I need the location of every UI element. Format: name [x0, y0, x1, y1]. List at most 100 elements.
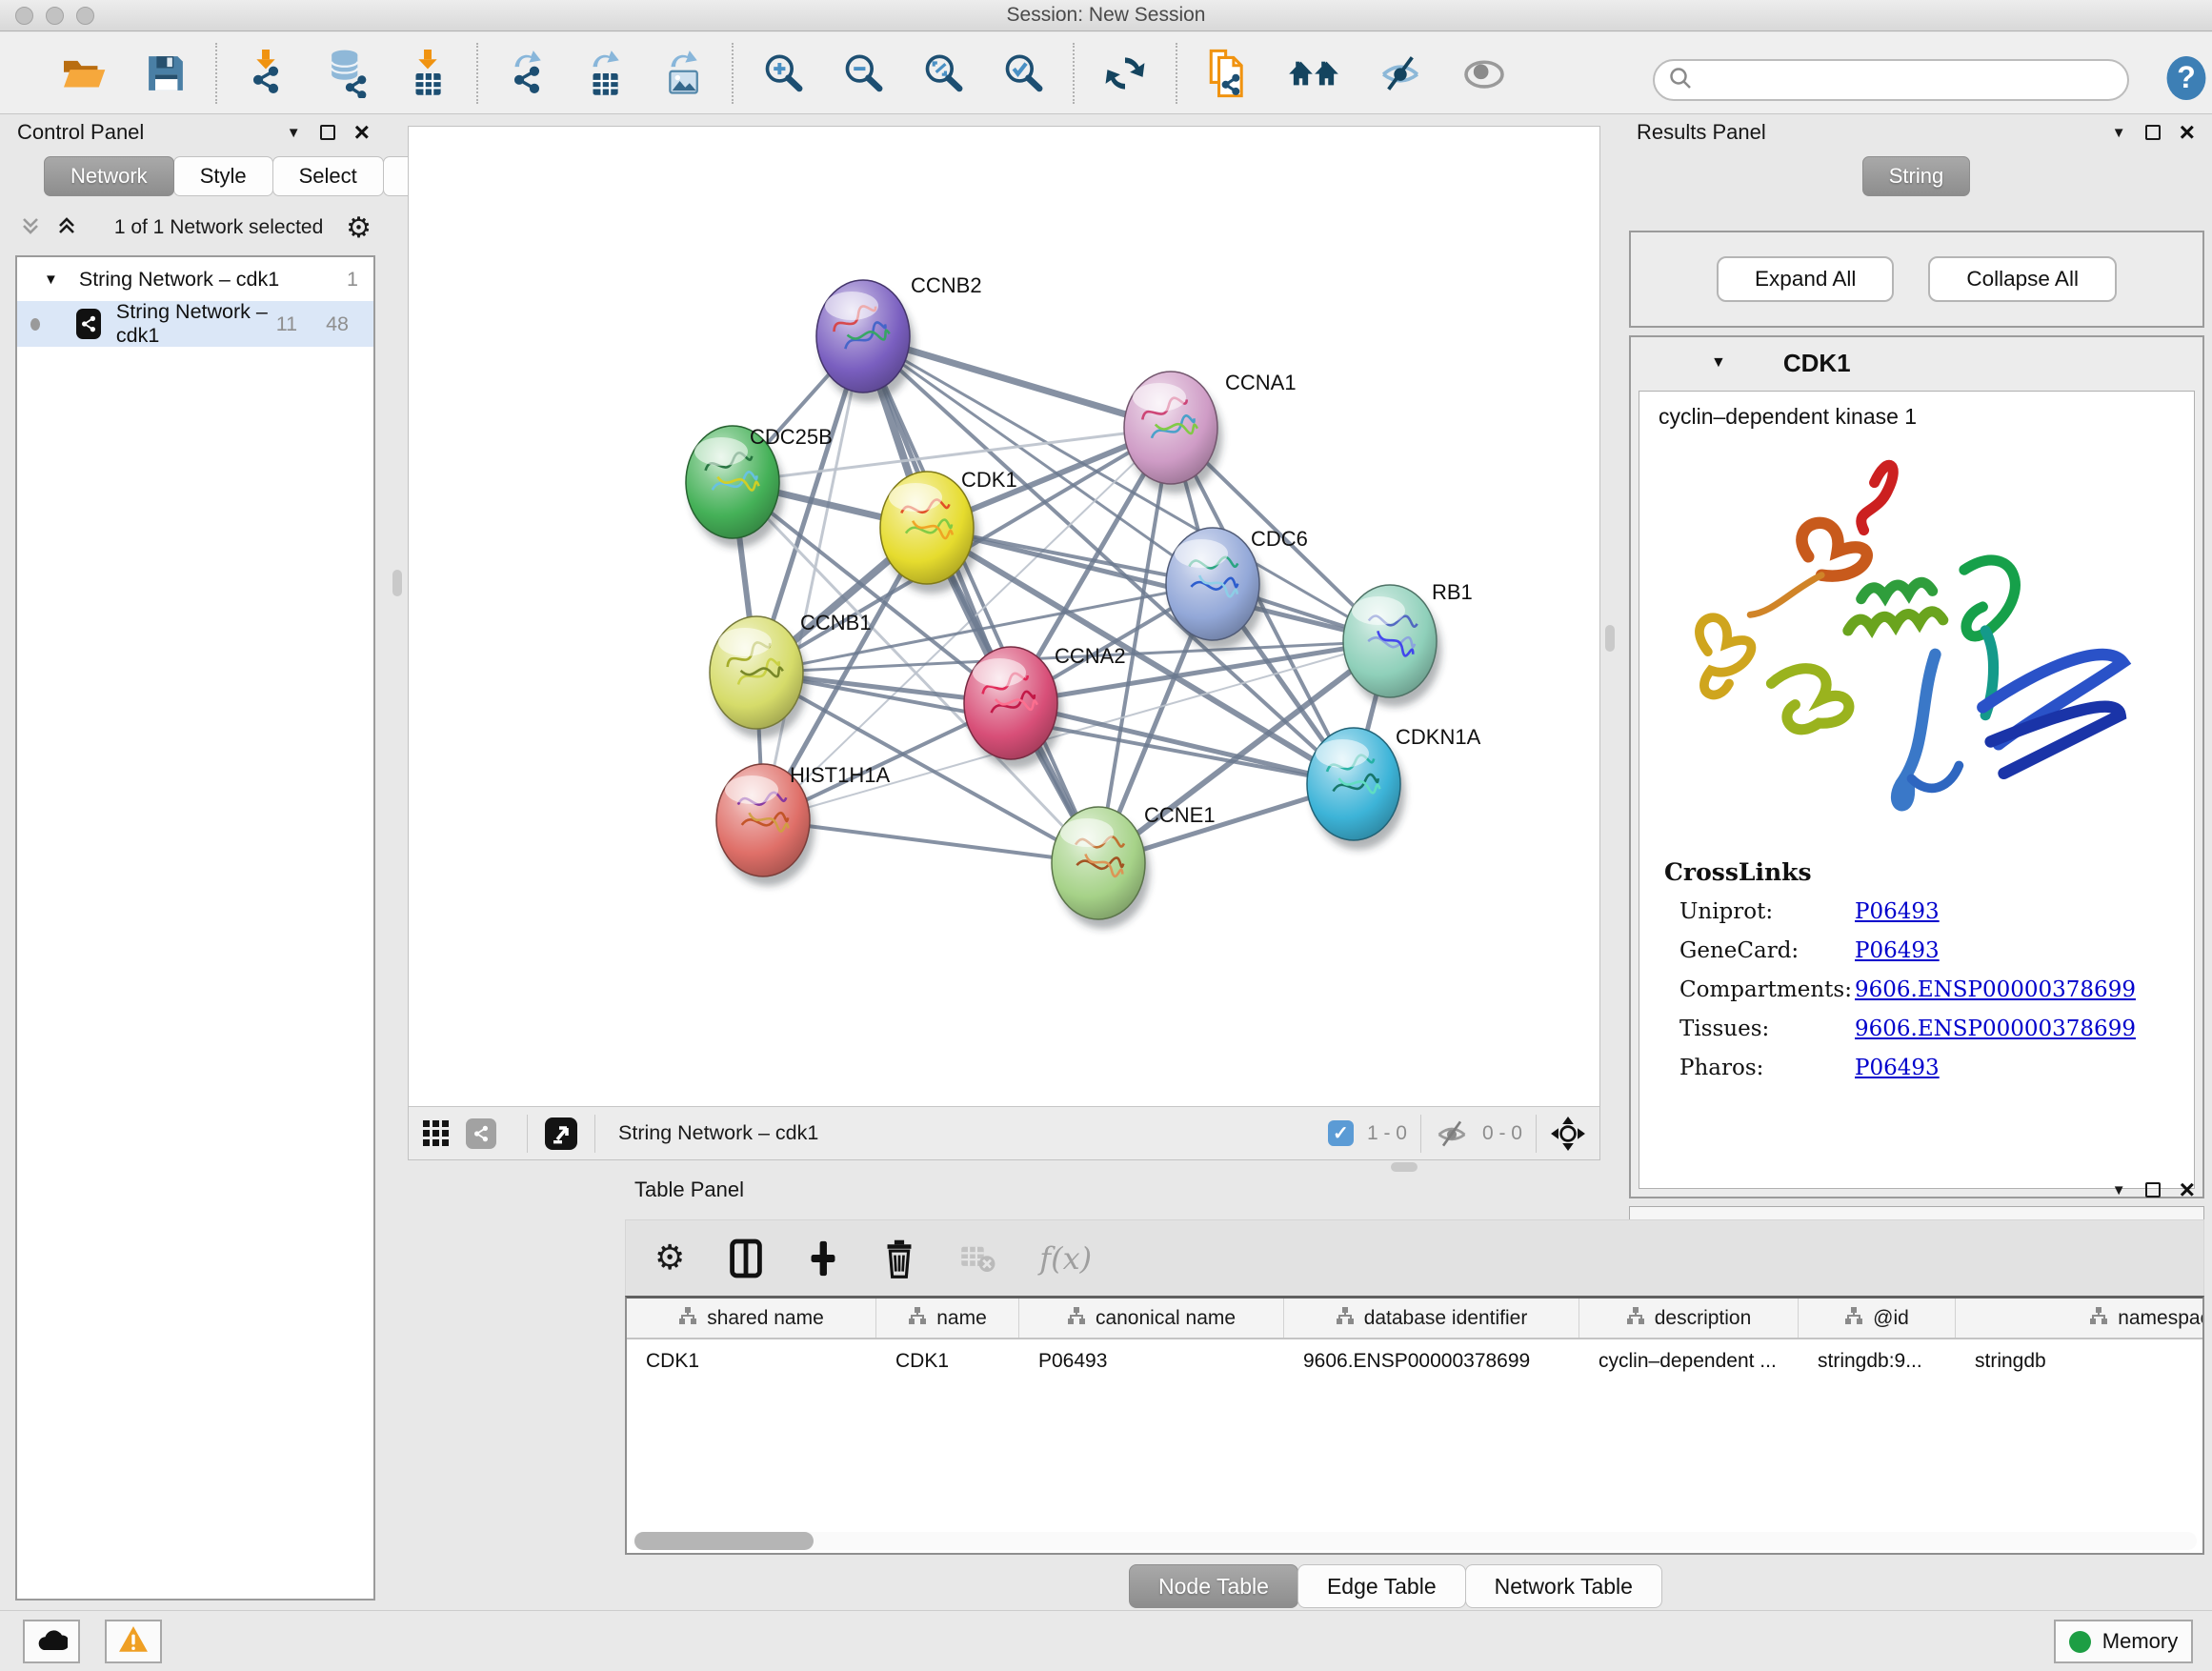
trash-icon[interactable]: [883, 1238, 915, 1279]
collapse-all-button[interactable]: Collapse All: [1928, 256, 2117, 302]
first-neighbors-icon[interactable]: [1288, 54, 1339, 92]
column-header-description[interactable]: description: [1579, 1299, 1799, 1338]
edge-CCNB2-HIST1H1A[interactable]: [763, 336, 863, 820]
tab-edge-table[interactable]: Edge Table: [1297, 1564, 1466, 1608]
search-input[interactable]: [1700, 63, 2127, 97]
tab-network-table[interactable]: Network Table: [1465, 1564, 1662, 1608]
crosslink-link[interactable]: P06493: [1855, 899, 1940, 924]
save-icon[interactable]: [145, 52, 187, 94]
collection-expander-icon[interactable]: ▼: [44, 272, 58, 288]
memory-button[interactable]: Memory: [2054, 1620, 2193, 1663]
help-icon[interactable]: ?: [2164, 53, 2208, 103]
edge-CCNA2-CDKN1A[interactable]: [1011, 703, 1354, 784]
network-row-selected[interactable]: String Network – cdk1 11 48: [17, 301, 373, 347]
left-splitter-handle[interactable]: [392, 570, 402, 596]
bottom-splitter-handle[interactable]: [1391, 1162, 1418, 1172]
open-icon[interactable]: [61, 53, 107, 93]
node-table[interactable]: shared namenamecanonical namedatabase id…: [625, 1296, 2204, 1555]
network-canvas[interactable]: CCNB2CCNA1CDC25BCDK1CDC6RB1CCNB1CCNA2CDK…: [408, 126, 1600, 1160]
crosslink-link[interactable]: P06493: [1855, 938, 1940, 963]
show-all-icon[interactable]: [1461, 55, 1507, 91]
close-results-icon[interactable]: ×: [2180, 125, 2195, 140]
protein-expander-icon[interactable]: ▼: [1711, 354, 1726, 372]
float-panel-icon[interactable]: [320, 125, 335, 140]
tab-select[interactable]: Select: [272, 156, 384, 196]
export-image-icon[interactable]: [663, 50, 703, 97]
zoom-in-icon[interactable]: [762, 52, 804, 94]
float-results-icon[interactable]: [2145, 125, 2161, 140]
crosslink-link[interactable]: 9606.ENSP00000378699: [1855, 1017, 2136, 1041]
column-header-database-identifier[interactable]: database identifier: [1284, 1299, 1579, 1338]
collapse-all-networks-icon[interactable]: [55, 214, 78, 242]
table-cell: 9606.ENSP00000378699: [1284, 1350, 1579, 1373]
node-label-CDC25B: CDC25B: [750, 425, 833, 449]
network-graph[interactable]: CCNB2CCNA1CDC25BCDK1CDC6RB1CCNB1CCNA2CDK…: [409, 127, 1599, 1106]
column-header-name[interactable]: name: [876, 1299, 1019, 1338]
search-box[interactable]: [1653, 59, 2129, 101]
zoom-selected-icon[interactable]: [1002, 52, 1044, 94]
collapse-table-icon[interactable]: ▼: [2112, 1182, 2126, 1198]
table-row[interactable]: CDK1CDK1P064939606.ENSP00000378699cyclin…: [627, 1339, 2204, 1382]
memory-status-icon: [2069, 1631, 2091, 1653]
zoom-fit-icon[interactable]: [922, 52, 964, 94]
right-splitter-handle[interactable]: [1605, 625, 1615, 652]
hide-selected-icon[interactable]: [1377, 55, 1423, 91]
crosslinks-heading: CrossLinks: [1664, 858, 2169, 886]
birds-eye-grid-icon[interactable]: [422, 1119, 451, 1148]
network-collection-row[interactable]: ▼ String Network – cdk1 1: [17, 257, 373, 301]
export-network-icon[interactable]: [507, 50, 547, 97]
crosslink-link[interactable]: 9606.ENSP00000378699: [1855, 977, 2136, 1002]
node-CCNA2[interactable]: [964, 647, 1062, 769]
import-table-icon[interactable]: [408, 50, 448, 97]
network-list: ▼ String Network – cdk1 1 String Network…: [15, 255, 375, 1601]
crosslink-link[interactable]: P06493: [1855, 1056, 1940, 1080]
edge-CCNB2-CCNE1[interactable]: [863, 336, 1098, 863]
close-table-icon[interactable]: ×: [2180, 1182, 2195, 1198]
close-panel-icon[interactable]: ×: [354, 125, 370, 140]
export-table-icon[interactable]: [585, 50, 625, 97]
expand-all-button[interactable]: Expand All: [1717, 256, 1894, 302]
column-header--id[interactable]: @id: [1799, 1299, 1956, 1338]
crosslink-row: Tissues:9606.ENSP00000378699: [1664, 1017, 2169, 1041]
float-table-icon[interactable]: [2145, 1182, 2161, 1198]
column-tree-icon: [1844, 1306, 1863, 1331]
node-CCNB1[interactable]: [710, 616, 808, 738]
expand-all-networks-icon[interactable]: [19, 214, 42, 242]
column-header-namespace[interactable]: namespace: [1956, 1299, 2204, 1338]
scrollbar-thumb[interactable]: [634, 1532, 814, 1550]
node-CDC6[interactable]: [1166, 528, 1264, 650]
collapse-results-icon[interactable]: ▼: [2112, 125, 2126, 141]
selected-checkbox-icon[interactable]: ✓: [1328, 1120, 1354, 1146]
tab-network[interactable]: Network: [44, 156, 174, 196]
node-label-CDKN1A: CDKN1A: [1396, 725, 1481, 749]
network-selection-status: 1 of 1 Network selected: [91, 216, 346, 239]
warnings-button[interactable]: [105, 1620, 162, 1663]
import-database-icon[interactable]: [324, 49, 370, 98]
string-network-icon: [76, 309, 101, 339]
tab-node-table[interactable]: Node Table: [1129, 1564, 1298, 1608]
import-network-icon[interactable]: [246, 50, 286, 97]
pan-crosshair-icon[interactable]: [1550, 1116, 1586, 1152]
export-view-icon[interactable]: [543, 1116, 579, 1152]
zoom-out-icon[interactable]: [842, 52, 884, 94]
node-CCNB2[interactable]: [816, 280, 915, 402]
node-CDKN1A[interactable]: [1307, 728, 1405, 850]
cloud-button[interactable]: [23, 1620, 80, 1663]
add-icon[interactable]: [807, 1238, 839, 1278]
node-CCNA1[interactable]: [1124, 372, 1222, 493]
toolbar-group: [734, 40, 1073, 107]
collapse-panel-icon[interactable]: ▼: [287, 125, 301, 141]
gear-icon[interactable]: ⚙: [654, 1238, 685, 1278]
column-header-shared-name[interactable]: shared name: [627, 1299, 876, 1338]
column-header-canonical-name[interactable]: canonical name: [1019, 1299, 1284, 1338]
tab-style[interactable]: Style: [173, 156, 273, 196]
node-CCNE1[interactable]: [1052, 807, 1150, 929]
tab-string[interactable]: String: [1862, 156, 1970, 196]
node-RB1[interactable]: [1343, 585, 1441, 707]
table-horizontal-scrollbar[interactable]: [633, 1532, 2197, 1550]
clone-network-icon[interactable]: [1206, 49, 1250, 98]
network-options-gear-icon[interactable]: ⚙: [346, 211, 372, 245]
fx-icon: f(x): [1039, 1240, 1092, 1277]
refresh-icon[interactable]: [1103, 51, 1147, 95]
columns-icon[interactable]: [729, 1238, 763, 1278]
